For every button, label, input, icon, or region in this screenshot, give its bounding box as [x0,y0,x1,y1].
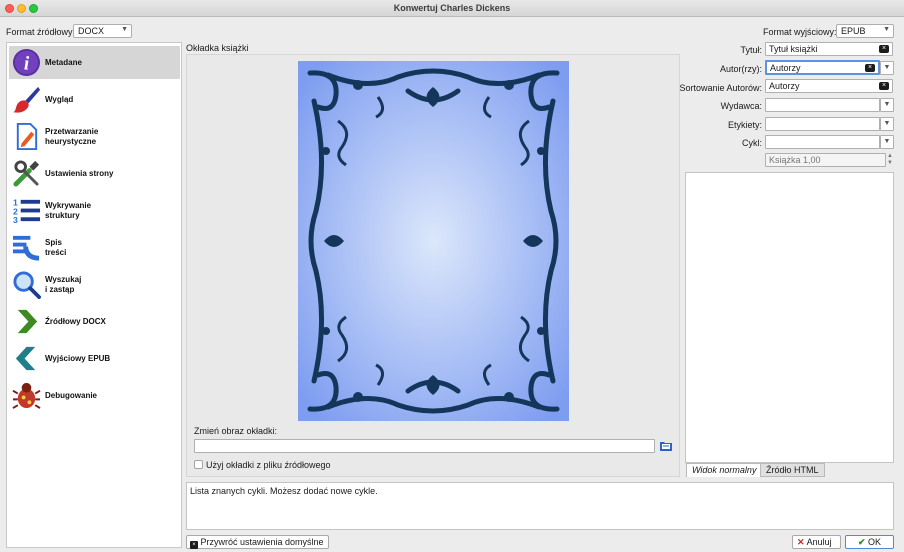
output-format-value: EPUB [841,26,866,36]
series-index-input[interactable] [765,153,886,167]
publisher-input[interactable] [765,98,880,112]
cancel-button[interactable]: ✕ Anuluj [792,535,841,549]
output-format-label: Format wyjściowy: [763,27,837,37]
svg-text:i: i [24,53,30,74]
sidebar-item-label: Wygląd [45,94,74,104]
chevron-down-icon: ▼ [121,26,128,33]
sidebar-item-label: Źródłowy DOCX [45,316,106,326]
document-edit-icon [16,122,38,151]
cancel-label: Anuluj [806,537,832,547]
authors-input[interactable]: Autorzy × [765,60,880,75]
chevron-down-icon: ▼ [883,138,891,145]
tab-html-source[interactable]: Źródło HTML [760,463,825,477]
info-icon: i [12,48,41,77]
author-sort-label: Sortowanie Autorów: [679,83,762,93]
chevron-right-icon [17,309,38,334]
tags-label: Etykiety: [727,120,762,130]
window-title: Konwertuj Charles Dickens [393,3,511,13]
help-text: Lista znanych cykli. Możesz dodać nowe c… [190,486,378,496]
series-input[interactable] [765,135,880,149]
ok-label: OK [868,537,882,547]
author-sort-input[interactable]: Autorzy × [765,79,893,93]
chevron-down-icon: ▼ [883,101,891,108]
title-label: Tytuł: [740,45,762,55]
folder-icon[interactable] [660,440,672,451]
chevron-down-icon: ▼ [883,120,891,127]
restore-icon: × [190,541,198,549]
bug-icon [12,382,41,409]
clear-icon[interactable]: × [879,82,889,90]
title-input[interactable]: Tytuł książki × [765,42,893,56]
series-label: Cykl: [742,138,762,148]
sidebar-item-look[interactable]: Wygląd [9,83,180,116]
change-cover-label: Zmień obraz okładki: [194,426,278,436]
authors-label: Autor(rzy): [719,64,762,74]
sidebar-item-page-setup[interactable]: Ustawienia strony [9,157,180,190]
restore-defaults-button[interactable]: × Przywróć ustawienia domyślne [186,535,329,549]
use-source-cover-label: Użyj okładki z pliku źródłowego [206,460,331,470]
publisher-label: Wydawca: [720,101,762,111]
sidebar-item-label: Debugowanie [45,390,98,400]
cover-heading: Okładka książki [186,43,249,53]
restore-defaults-label: Przywróć ustawienia domyślne [200,537,324,547]
sidebar-item-label: Przetwarzanie heurystyczne [45,126,99,146]
sidebar-item-label: Wykrywanie struktury [45,200,92,220]
sidebar-item-label: Spis treści [45,237,67,257]
sidebar-item-search-replace[interactable]: Wyszukaj i zastąp [9,268,180,301]
paintbrush-icon [12,86,41,113]
chevron-down-icon: ▼ [883,26,890,33]
tags-dropdown-button[interactable]: ▼ [880,117,894,131]
authors-dropdown-button[interactable]: ▼ [880,61,894,75]
clear-icon[interactable]: × [879,45,889,53]
sidebar-item-label: Ustawienia strony [45,168,114,178]
source-format-label: Format źródłowy: [6,27,76,37]
comments-editor[interactable] [685,172,894,463]
authors-value: Autorzy [770,63,801,73]
sidebar-item-toc[interactable]: Spis treści [9,231,180,264]
title-value: Tytuł książki [769,44,818,54]
chevron-down-icon: ▼ [883,64,891,71]
series-dropdown-button[interactable]: ▼ [880,135,894,149]
sidebar-item-label: Metadane [45,57,82,67]
svg-text:3: 3 [13,215,18,225]
author-sort-value: Autorzy [769,81,800,91]
search-icon [13,271,41,299]
source-format-value: DOCX [78,26,105,36]
clear-icon[interactable]: × [865,64,875,72]
tab-normal-view[interactable]: Widok normalny [686,463,763,477]
source-format-select[interactable]: DOCX ▼ [73,24,132,38]
use-source-cover-checkbox[interactable] [194,460,203,469]
close-icon: ✕ [797,537,805,547]
sidebar-item-metadata[interactable]: i Metadane [9,46,180,79]
sidebar-item-heuristics[interactable]: Przetwarzanie heurystyczne [9,120,180,153]
sidebar-item-output-epub[interactable]: Wyjściowy EPUB [9,342,180,375]
sidebar-item-structure[interactable]: 1 2 3 Wykrywanie struktury [9,194,180,227]
series-index-stepper[interactable]: ▲ ▼ [886,153,894,167]
checkmark-icon: ✔ [857,537,866,547]
sidebar-item-debug[interactable]: Debugowanie [9,379,180,412]
chevron-left-icon [15,346,36,371]
cover-path-input[interactable] [194,439,655,453]
output-format-select[interactable]: EPUB ▼ [836,24,894,38]
title-bar: Konwertuj Charles Dickens [0,0,904,17]
sidebar-item-source-docx[interactable]: Źródłowy DOCX [9,305,180,338]
publisher-dropdown-button[interactable]: ▼ [880,98,894,112]
sidebar-item-label: Wyszukaj i zastąp [45,274,82,294]
numbered-list-icon: 1 2 3 [13,198,41,225]
tags-input[interactable] [765,117,880,131]
sidebar: i Metadane Wygląd Przetwarzanie heurysty… [6,42,182,548]
sidebar-item-label: Wyjściowy EPUB [45,353,111,363]
toc-icon [12,235,40,261]
book-cover-image [298,61,569,421]
help-text-box: Lista znanych cykli. Możesz dodać nowe c… [186,482,894,530]
ok-button[interactable]: ✔ OK [845,535,894,549]
tools-icon [13,160,40,187]
